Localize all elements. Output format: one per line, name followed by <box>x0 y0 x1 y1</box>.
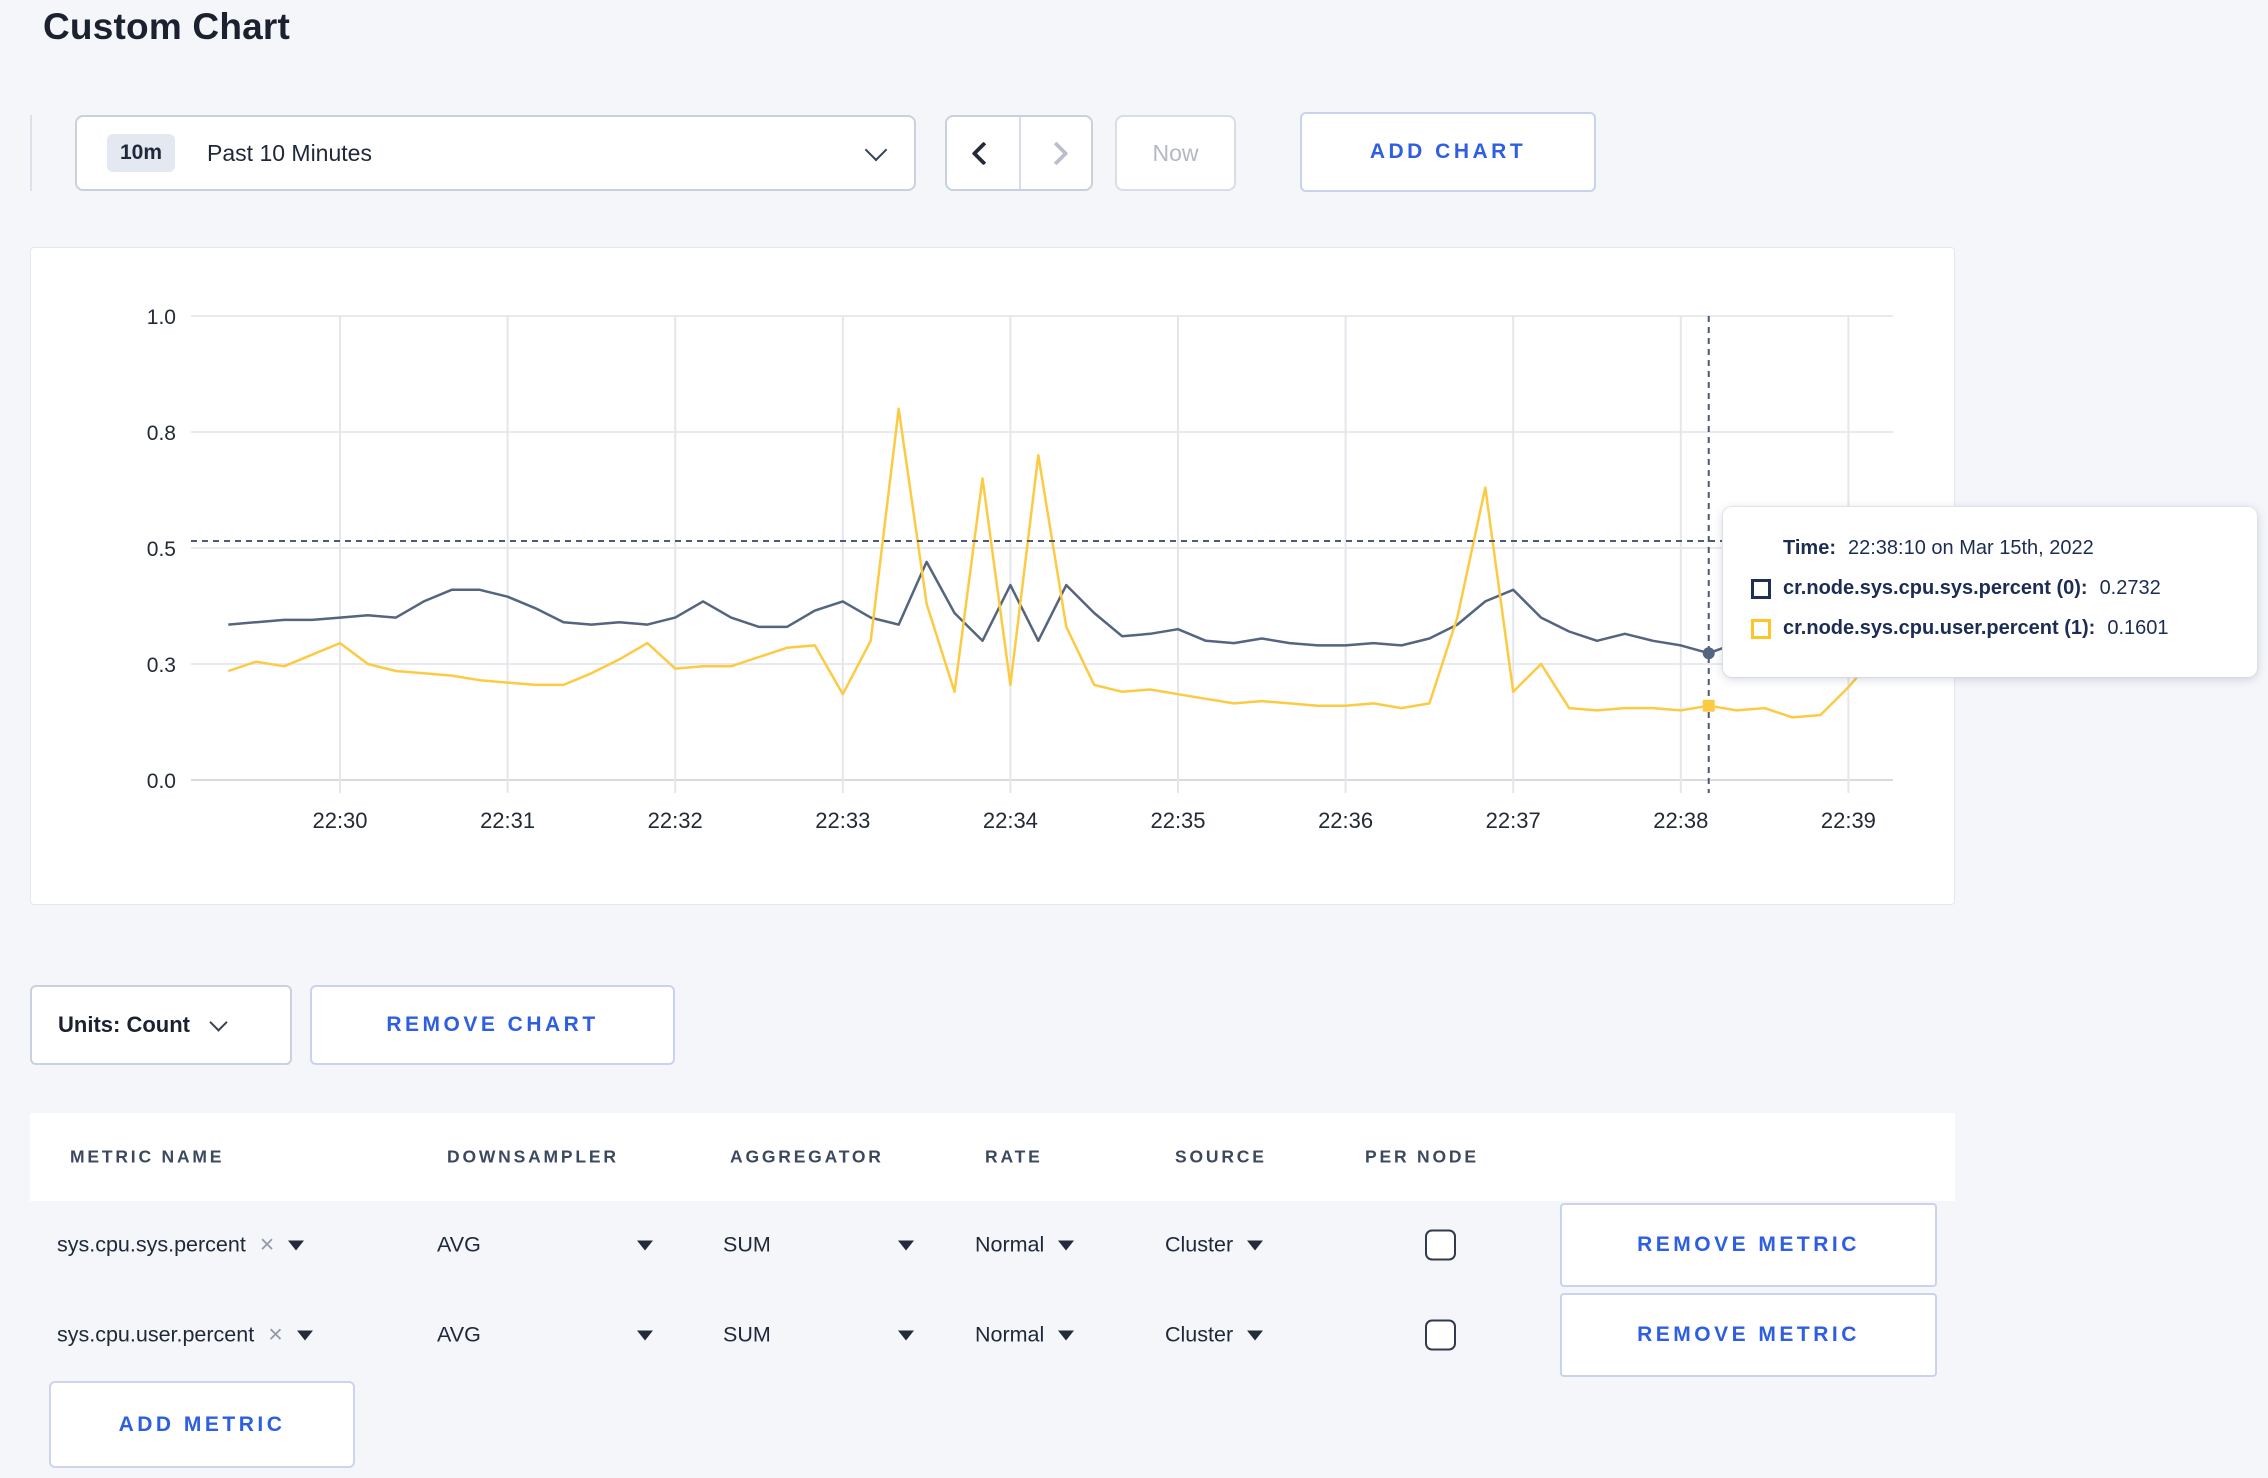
tooltip-time-label: Time: <box>1783 537 1836 559</box>
tooltip-series-row: cr.node.sys.cpu.user.percent (1): 0.1601 <box>1751 617 2233 640</box>
units-label: Units: Count <box>58 1012 190 1037</box>
add-chart-button[interactable]: ADD CHART <box>1300 112 1596 192</box>
dropdown-arrow-icon <box>637 1330 653 1340</box>
hover-point-0 <box>1702 647 1715 660</box>
dropdown-arrow-icon <box>898 1240 914 1250</box>
sys-series-swatch-icon <box>1751 578 1771 599</box>
metrics-table-header: METRIC NAME DOWNSAMPLER AGGREGATOR RATE … <box>30 1113 1955 1201</box>
tooltip-series-name: cr.node.sys.cpu.user.percent (1): <box>1783 617 2096 639</box>
metric-row: sys.cpu.user.percent × AVG SUM Normal Cl… <box>30 1293 1955 1377</box>
remove-metric-button[interactable]: REMOVE METRIC <box>1560 1293 1937 1377</box>
time-window-label: Past 10 Minutes <box>207 139 372 166</box>
x-axis-tick-label: 22:34 <box>983 808 1038 833</box>
toolbar-left-divider <box>30 115 32 191</box>
add-metric-button[interactable]: ADD METRIC <box>49 1381 355 1468</box>
per-node-checkbox[interactable] <box>1425 1319 1456 1351</box>
y-axis-tick-label: 0.0 <box>147 770 176 793</box>
col-header-source: SOURCE <box>1175 1146 1267 1167</box>
col-header-aggregator: AGGREGATOR <box>730 1146 884 1167</box>
aggregator-select[interactable]: SUM <box>723 1323 914 1348</box>
dropdown-arrow-icon[interactable] <box>288 1240 305 1250</box>
y-axis-tick-label: 0.8 <box>147 422 176 445</box>
tooltip-series-value: 0.1601 <box>2107 617 2169 639</box>
downsampler-select[interactable]: AVG <box>437 1323 653 1348</box>
rate-value: Normal <box>975 1322 1045 1347</box>
source-select[interactable]: Cluster <box>1165 1322 1264 1348</box>
dropdown-arrow-icon[interactable] <box>296 1330 313 1340</box>
aggregator-value: SUM <box>723 1232 771 1257</box>
series-line-1 <box>227 407 1905 719</box>
hover-point-1 <box>1702 699 1715 712</box>
x-axis-tick-label: 22:31 <box>480 808 535 833</box>
tooltip-series-value: 0.2732 <box>2099 577 2161 599</box>
metric-name-select[interactable]: sys.cpu.sys.percent × <box>57 1232 305 1258</box>
col-header-downsampler: DOWNSAMPLER <box>447 1146 619 1167</box>
timeseries-chart[interactable]: 0.0 0.3 0.5 0.8 1.0 22:30 22:31 22:32 22:33 22:34… <box>31 248 1956 906</box>
aggregator-value: SUM <box>723 1322 771 1347</box>
x-axis-tick-label: 22:33 <box>815 808 870 833</box>
tooltip-time-value: 22:38:10 on Mar 15th, 2022 <box>1847 537 2094 559</box>
aggregator-select[interactable]: SUM <box>723 1233 914 1258</box>
per-node-checkbox[interactable] <box>1425 1229 1456 1261</box>
time-pager <box>945 115 1093 191</box>
rate-value: Normal <box>975 1232 1045 1257</box>
dropdown-arrow-icon <box>1058 1330 1075 1340</box>
y-axis-tick-label: 1.0 <box>147 306 176 329</box>
units-dropdown[interactable]: Units: Count <box>30 985 292 1065</box>
clear-metric-icon[interactable]: × <box>268 1322 283 1348</box>
chevron-down-icon <box>864 138 888 162</box>
rate-select[interactable]: Normal <box>975 1232 1075 1258</box>
metric-name-select[interactable]: sys.cpu.user.percent × <box>57 1322 313 1348</box>
x-axis-tick-label: 22:37 <box>1486 808 1541 833</box>
x-axis-tick-label: 22:36 <box>1318 808 1373 833</box>
dropdown-arrow-icon <box>637 1240 653 1250</box>
dropdown-arrow-icon <box>1247 1330 1264 1340</box>
col-header-metric-name: METRIC NAME <box>70 1146 225 1167</box>
metric-row: sys.cpu.sys.percent × AVG SUM Normal Clu… <box>30 1203 1955 1287</box>
prev-time-button[interactable] <box>947 117 1019 189</box>
per-node-cell <box>1425 1319 1456 1351</box>
x-axis-tick-label: 22:39 <box>1821 808 1876 833</box>
page-title: Custom Chart <box>43 6 291 47</box>
chart-card: 0.0 0.3 0.5 0.8 1.0 22:30 22:31 22:32 22:33 22:34… <box>30 247 2257 906</box>
col-header-rate: RATE <box>985 1146 1043 1167</box>
per-node-cell <box>1425 1229 1456 1261</box>
dropdown-arrow-icon <box>898 1330 914 1340</box>
tooltip-time-row: Time: 22:38:10 on Mar 15th, 2022 <box>1783 537 2233 560</box>
now-button[interactable]: Now <box>1115 115 1236 191</box>
y-axis-tick-label: 0.3 <box>147 654 176 677</box>
source-value: Cluster <box>1165 1232 1234 1257</box>
col-header-per-node: PER NODE <box>1365 1146 1479 1167</box>
metric-name-value: sys.cpu.sys.percent <box>57 1232 246 1257</box>
remove-chart-button[interactable]: REMOVE CHART <box>310 985 675 1065</box>
metric-name-value: sys.cpu.user.percent <box>57 1322 255 1347</box>
downsampler-value: AVG <box>437 1322 481 1347</box>
x-axis-tick-label: 22:38 <box>1653 808 1708 833</box>
series-line-0 <box>228 560 1905 655</box>
next-time-button[interactable] <box>1019 117 1091 189</box>
user-series-swatch-icon <box>1751 618 1771 639</box>
clear-metric-icon[interactable]: × <box>260 1232 275 1258</box>
remove-metric-button[interactable]: REMOVE METRIC <box>1560 1203 1937 1287</box>
tooltip-series-name: cr.node.sys.cpu.sys.percent (0): <box>1783 577 2088 599</box>
x-axis-tick-label: 22:32 <box>648 808 703 833</box>
source-select[interactable]: Cluster <box>1165 1232 1264 1258</box>
downsampler-select[interactable]: AVG <box>437 1233 653 1258</box>
x-axis-tick-label: 22:35 <box>1150 808 1205 833</box>
chevron-left-icon <box>970 140 996 166</box>
chevron-right-icon <box>1043 140 1069 166</box>
chevron-down-icon <box>209 1012 228 1032</box>
y-axis-tick-label: 0.5 <box>147 538 176 561</box>
tooltip-series-row: cr.node.sys.cpu.sys.percent (0): 0.2732 <box>1751 577 2233 600</box>
dropdown-arrow-icon <box>1058 1240 1075 1250</box>
dropdown-arrow-icon <box>1247 1240 1264 1250</box>
source-value: Cluster <box>1165 1322 1234 1347</box>
chart-tooltip: Time: 22:38:10 on Mar 15th, 2022 cr.node… <box>1723 507 2257 677</box>
x-axis-tick-label: 22:30 <box>312 808 367 833</box>
downsampler-value: AVG <box>437 1232 481 1257</box>
time-window-badge: 10m <box>107 134 176 172</box>
rate-select[interactable]: Normal <box>975 1322 1075 1348</box>
time-range-dropdown[interactable]: 10m Past 10 Minutes <box>75 115 916 191</box>
